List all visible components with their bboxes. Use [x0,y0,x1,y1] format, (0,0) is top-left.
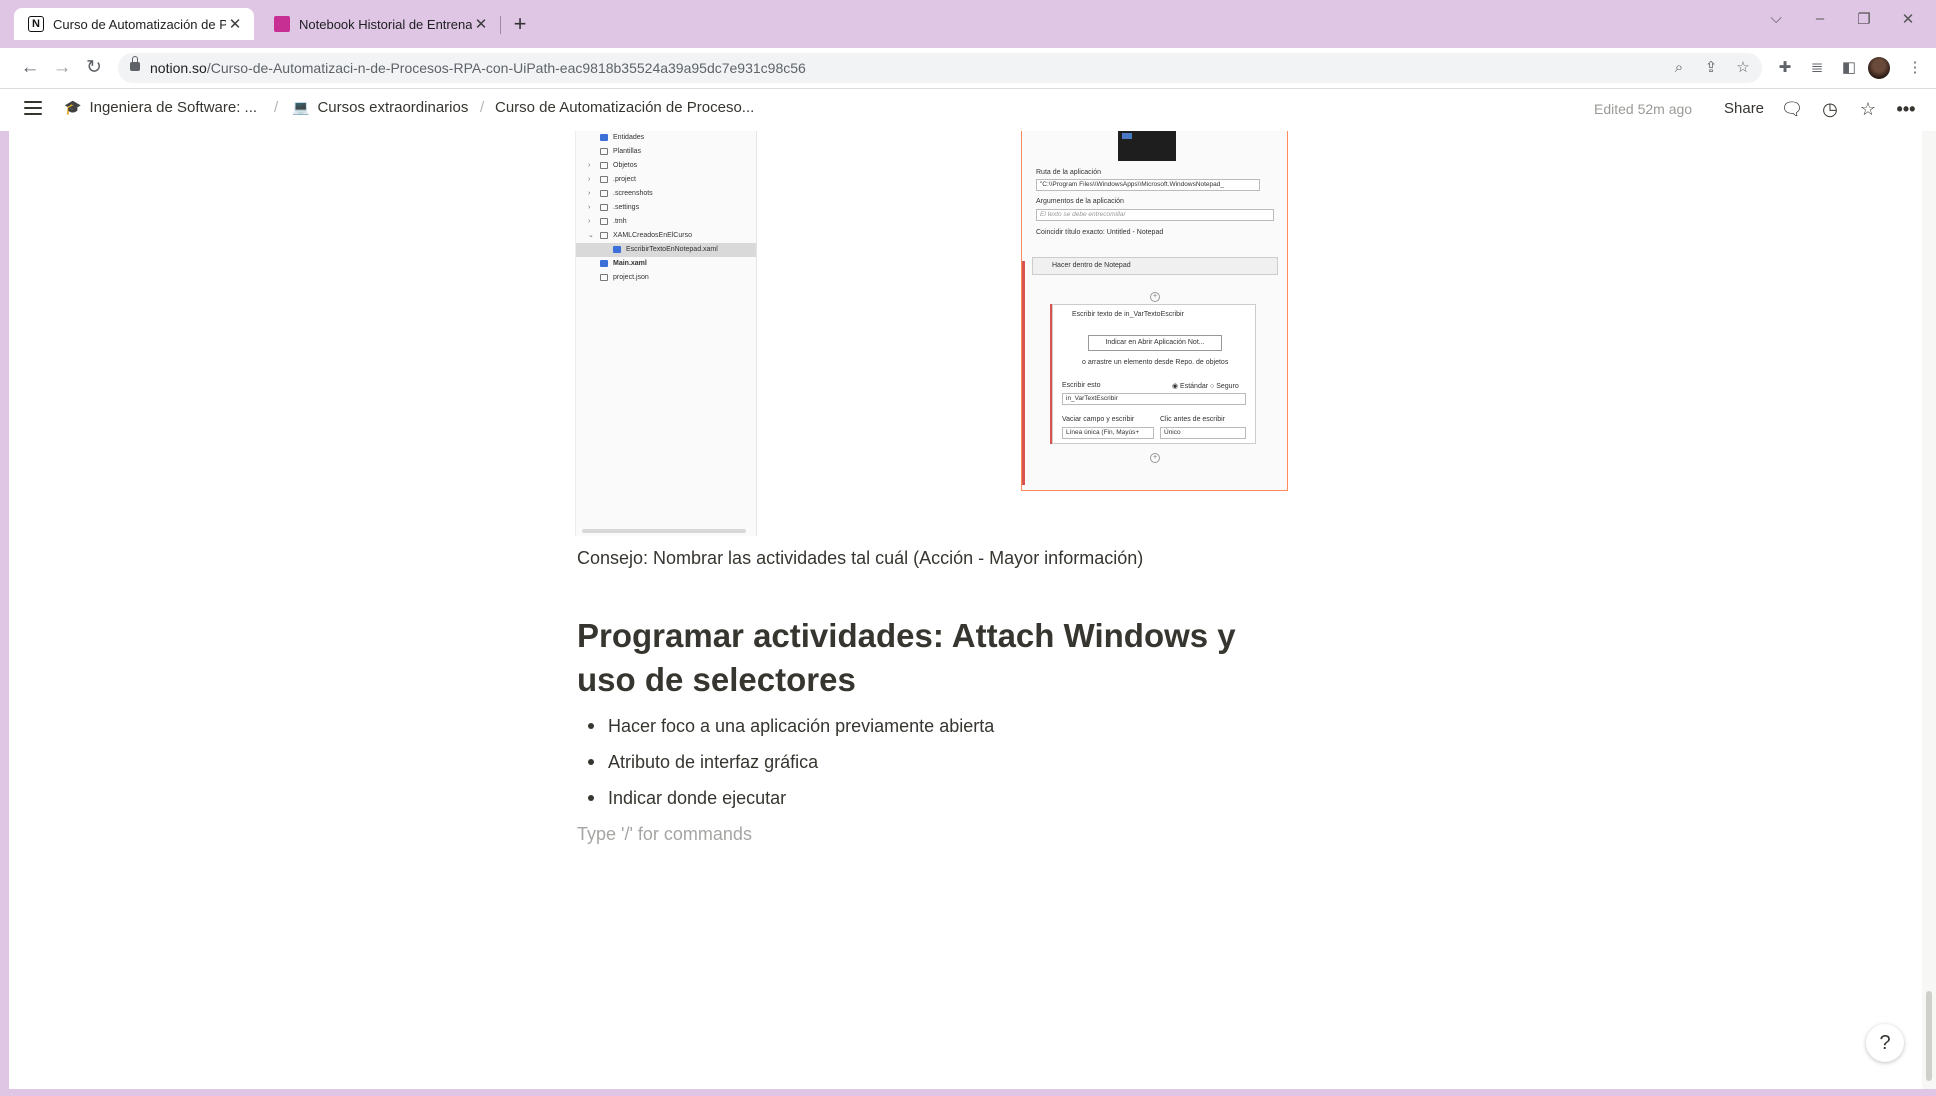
image-caption[interactable]: Consejo: Nombrar las actividades tal cuá… [577,548,1143,569]
selection-marker [1050,304,1052,444]
folder-icon [600,148,608,155]
bookmark-star-icon[interactable]: ☆ [1732,57,1754,79]
maximize-button[interactable]: ❐ [1852,10,1876,28]
more-options-icon[interactable]: ••• [1894,97,1918,121]
folder-icon [600,190,608,197]
chevron-right-icon: › [588,190,591,197]
window-frame-bottom [0,1089,1936,1096]
scrollbar-thumb[interactable] [1926,991,1932,1081]
tab-title: Notebook Historial de Entrenami [299,16,472,32]
breadcrumb-item-cursos[interactable]: 💻 Cursos extraordinarios [292,99,468,116]
selection-marker [1022,261,1025,485]
breadcrumb-item-workspace[interactable]: 🎓 Ingeniera de Software: ... [64,99,257,116]
comments-icon[interactable]: 🗨 [1780,97,1804,121]
heading-2[interactable]: Programar actividades: Attach Windows y … [577,614,1297,702]
tree-item: Plantillas [576,145,756,159]
folder-icon [600,218,608,225]
laptop-icon: 💻 [292,99,310,115]
tree-item: › .settings [576,201,756,215]
tab-search-icon[interactable]: ⌵ [1764,10,1788,27]
tab-separator [500,16,501,34]
minimize-button[interactable]: – [1808,10,1832,27]
side-panel-icon[interactable]: ◧ [1838,57,1860,79]
bullet-dot [588,795,594,801]
file-icon [600,260,608,267]
file-icon [613,246,621,253]
tree-item: › .project [576,173,756,187]
breadcrumb-separator: / [274,99,279,116]
media-list-icon[interactable]: ≣ [1806,57,1828,79]
favorite-star-icon[interactable]: ☆ [1856,97,1880,121]
file-icon [600,274,608,281]
edited-timestamp: Edited 52m ago [1594,101,1693,117]
share-button[interactable]: Share [1724,100,1764,117]
chevron-down-icon: ⌄ [588,232,594,239]
share-page-icon[interactable]: ⇪ [1700,57,1722,79]
forward-button[interactable]: → [50,56,74,80]
address-toolbar: ← → ↻ notion.so/Curso-de-Automatizaci-n-… [0,48,1936,89]
tree-item: › .screenshots [576,187,756,201]
url-bar[interactable]: notion.so/Curso-de-Automatizaci-n-de-Pro… [118,53,1762,83]
breadcrumb-separator: / [480,99,485,116]
folder-icon [600,232,608,239]
lock-icon[interactable] [130,56,140,71]
tree-item: ⌄ XAMLCreadosEnElCurso [576,229,756,243]
extensions-icon[interactable]: ✚ [1774,57,1796,79]
close-tab-icon[interactable]: ✕ [472,15,490,33]
empty-block-placeholder[interactable]: Type '/' for commands [577,824,752,845]
page-scrollbar[interactable] [1922,131,1936,1089]
tab-kaggle-notebook[interactable]: Notebook Historial de Entrenami ✕ [260,8,500,40]
tab-title: Curso de Automatización de Proc [53,16,226,32]
chevron-right-icon: › [588,204,591,211]
notion-icon: N [28,16,44,32]
close-window-button[interactable]: ✕ [1896,10,1920,28]
kaggle-icon [274,16,290,32]
tree-item: EscribirTextoEnNotepad.xaml [576,243,756,257]
bullet-dot [588,723,594,729]
tree-item: Main.xaml [576,257,756,271]
activity-card [1052,304,1256,444]
bullet-dot [588,759,594,765]
folder-icon [600,176,608,183]
tree-item: › Objetos [576,159,756,173]
tree-item: › .tmh [576,215,756,229]
window-frame [0,131,9,1089]
new-tab-button[interactable]: + [508,12,532,36]
graduation-cap-icon: 🎓 [64,99,82,115]
sidebar-toggle-icon[interactable] [24,101,42,115]
add-activity-icon: + [1150,292,1160,302]
folder-icon [600,162,608,169]
avatar[interactable] [1868,57,1890,79]
tree-item: Entidades [576,131,756,145]
file-icon [600,134,608,141]
history-clock-icon[interactable]: ◷ [1818,97,1842,121]
url-text[interactable]: notion.so/Curso-de-Automatizaci-n-de-Pro… [150,60,806,76]
reload-button[interactable]: ↻ [82,56,106,80]
folder-icon [600,204,608,211]
chevron-right-icon: › [588,162,591,169]
tree-item: project.json [576,271,756,285]
chevron-right-icon: › [588,218,591,225]
back-button[interactable]: ← [18,56,42,80]
breadcrumb-item-current-page[interactable]: Curso de Automatización de Proceso... [495,99,754,116]
help-button[interactable]: ? [1866,1024,1904,1062]
embedded-image-project-tree[interactable]: Entidades Plantillas › Objetos › .project … [575,131,757,536]
zoom-icon[interactable]: ⌕ [1668,57,1690,79]
tab-notion-course[interactable]: N Curso de Automatización de Proc ✕ [14,8,254,40]
chevron-right-icon: › [588,176,591,183]
close-tab-icon[interactable]: ✕ [226,15,244,33]
app-preview-thumbnail [1118,131,1176,161]
image-scrollbar [582,529,746,533]
browser-tab-bar: N Curso de Automatización de Proc ✕ Note… [0,0,1936,48]
add-activity-icon: + [1150,453,1160,463]
embedded-image-activity-designer[interactable]: Ruta de la aplicación "C:\\Program Files… [1021,131,1288,491]
kebab-menu-icon[interactable]: ⋮ [1904,57,1926,79]
notion-topbar: 🎓 Ingeniera de Software: ... / 💻 Cursos … [0,89,1936,131]
